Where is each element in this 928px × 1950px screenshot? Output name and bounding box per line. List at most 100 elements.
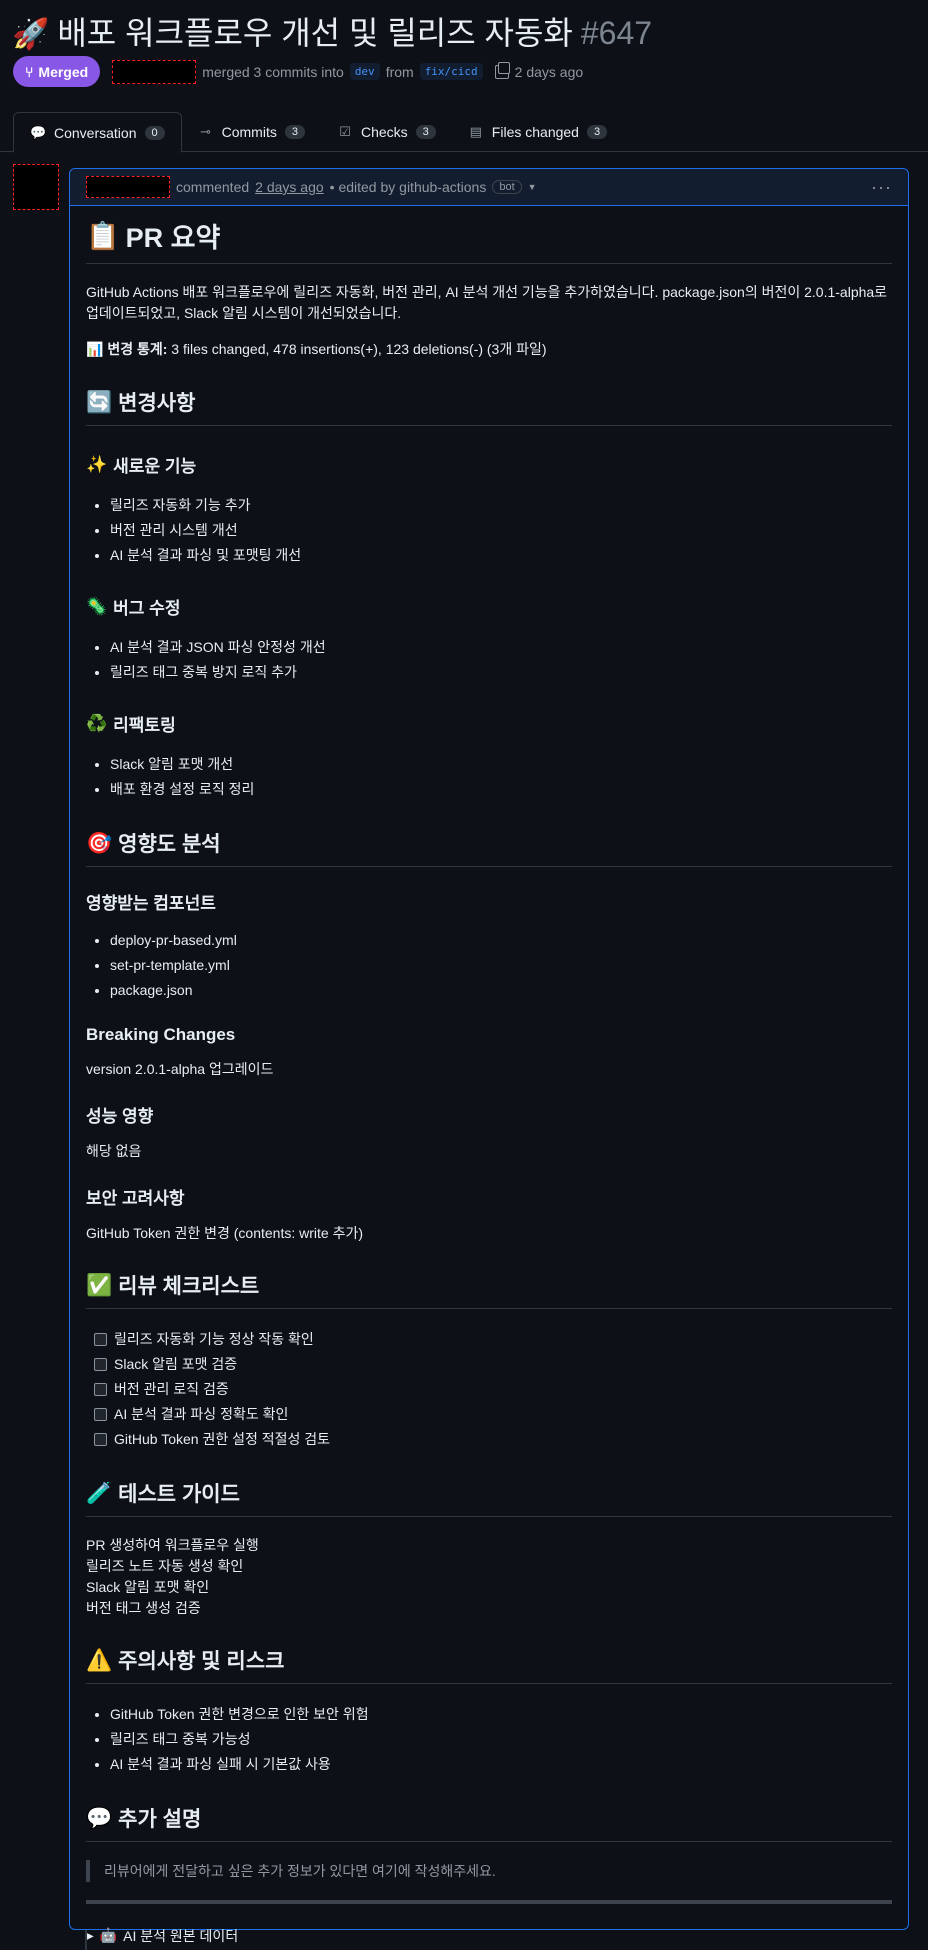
sparkles-icon: ✨ — [86, 454, 108, 475]
pr-meta: ⑂ Merged merged 3 commits into dev from … — [13, 56, 583, 87]
robot-icon: 🤖 — [99, 1928, 118, 1944]
checklist-item-label: GitHub Token 권한 설정 적절성 검토 — [114, 1431, 331, 1447]
file-diff-icon: ▤ — [469, 124, 482, 139]
stats-label: 변경 통계: — [107, 341, 168, 357]
risk-heading-text: 주의사항 및 리스크 — [118, 1650, 285, 1673]
list-item: 버전 관리 시스템 개선 — [110, 518, 892, 543]
copy-icon[interactable] — [494, 61, 510, 79]
list-item: 릴리즈 태그 중복 방지 로직 추가 — [110, 660, 892, 685]
pr-title: 배포 워크플로우 개선 및 릴리즈 자동화 — [57, 15, 573, 51]
merge-icon: ⑂ — [25, 63, 34, 80]
checkbox[interactable] — [94, 1408, 107, 1421]
ai-raw-data-details[interactable]: ▶ 🤖 AI 분석 원본 데이터 — [86, 1926, 892, 1946]
checklist-item-label: 릴리즈 자동화 기능 정상 작동 확인 — [114, 1331, 314, 1347]
checklist-item: GitHub Token 권한 설정 적절성 검토 — [94, 1427, 892, 1452]
tab-files-changed[interactable]: ▤ Files changed 3 — [452, 112, 623, 152]
security-text: GitHub Token 권한 변경 (contents: write 추가) — [86, 1225, 363, 1241]
checklist-item-label: 버전 관리 로직 검증 — [114, 1381, 229, 1397]
redacted-username[interactable] — [86, 176, 170, 198]
list-item: AI 분석 결과 파싱 및 포맷팅 개선 — [110, 543, 892, 568]
checklist-heading: ✅ 리뷰 체크리스트 — [86, 1270, 892, 1309]
head-branch[interactable]: fix/cicd — [419, 63, 483, 80]
stats-line: 📊 변경 통계: 3 files changed, 478 insertions… — [86, 339, 892, 361]
test-line: 릴리즈 노트 자동 생성 확인 — [86, 1558, 244, 1574]
check-mark-icon: ✅ — [86, 1272, 113, 1297]
comment-body: 📋 PR 요약 GitHub Actions 배포 워크플로우에 릴리즈 자동화… — [70, 206, 908, 1950]
merge-meta-text: merged 3 commits into — [202, 63, 344, 80]
comment-time-link[interactable]: 2 days ago — [255, 179, 324, 195]
timeline-connector — [85, 1930, 87, 1950]
base-branch[interactable]: dev — [349, 63, 380, 80]
tab-conversation[interactable]: 💬 Conversation 0 — [13, 112, 182, 153]
checklist-icon: ☑ — [339, 124, 351, 139]
bugfix-heading: 🦠 버그 수정 — [86, 594, 892, 619]
refresh-icon: 🔄 — [86, 389, 113, 414]
merge-time: 2 days ago — [514, 63, 584, 80]
impact-heading-text: 영향도 분석 — [118, 833, 221, 856]
security-heading: 보안 고려사항 — [86, 1189, 185, 1208]
bugfix-heading-text: 버그 수정 — [113, 599, 181, 618]
kebab-menu-icon[interactable]: ··· — [871, 177, 892, 198]
checklist-item-label: Slack 알림 포맷 검증 — [114, 1356, 238, 1372]
commit-icon: ⊸ — [200, 124, 212, 139]
checklist-item: Slack 알림 포맷 검증 — [94, 1352, 892, 1377]
list-item: 릴리즈 태그 중복 가능성 — [110, 1727, 892, 1752]
tab-commits[interactable]: ⊸ Commits 3 — [182, 112, 321, 152]
speech-bubble-icon: 💬 — [86, 1805, 113, 1830]
tab-label: Conversation — [54, 124, 137, 141]
tab-count: 0 — [144, 125, 165, 140]
tab-checks[interactable]: ☑ Checks 3 — [321, 112, 452, 152]
list-item: AI 분석 결과 JSON 파싱 안정성 개선 — [110, 635, 892, 660]
test-guide: PR 생성하여 워크플로우 실행 릴리즈 노트 자동 생성 확인 Slack 알… — [86, 1535, 892, 1619]
merged-label: Merged — [38, 63, 89, 80]
edited-by-text[interactable]: • edited by github-actions — [330, 179, 487, 195]
impact-heading: 🎯 영향도 분석 — [86, 828, 892, 867]
extra-quote: 리뷰어에게 전달하고 싶은 추가 정보가 있다면 여기에 작성해주세요. — [86, 1860, 892, 1882]
checkbox[interactable] — [94, 1433, 107, 1446]
checklist-item: AI 분석 결과 파싱 정확도 확인 — [94, 1402, 892, 1427]
review-checklist: 릴리즈 자동화 기능 정상 작동 확인 Slack 알림 포맷 검증 버전 관리… — [86, 1327, 892, 1452]
components-list: deploy-pr-based.yml set-pr-template.yml … — [86, 928, 892, 1003]
tab-count: 3 — [415, 125, 436, 139]
bar-chart-icon: 📊 — [86, 342, 104, 358]
perf-text: 해당 없음 — [86, 1143, 142, 1159]
pr-number: #647 — [580, 15, 653, 51]
pr-tabs: 💬 Conversation 0 ⊸ Commits 3 ☑ Checks 3 … — [0, 112, 928, 153]
features-heading: ✨ 새로운 기능 — [86, 452, 892, 477]
list-item: deploy-pr-based.yml — [110, 928, 892, 953]
list-item: 릴리즈 자동화 기능 추가 — [110, 493, 892, 518]
refactor-heading: ♻️ 리팩토링 — [86, 711, 892, 736]
avatar[interactable] — [13, 164, 59, 210]
checklist-item-label: AI 분석 결과 파싱 정확도 확인 — [114, 1406, 289, 1422]
features-list: 릴리즈 자동화 기능 추가 버전 관리 시스템 개선 AI 분석 결과 파싱 및… — [86, 493, 892, 568]
comment-header: commented 2 days ago • edited by github-… — [70, 169, 908, 206]
test-line: PR 생성하여 워크플로우 실행 — [86, 1537, 259, 1553]
list-item: Slack 알림 포맷 개선 — [110, 752, 892, 777]
summary-heading-text: PR 요약 — [125, 223, 221, 253]
extra-heading-text: 추가 설명 — [118, 1808, 202, 1831]
test-tube-icon: 🧪 — [86, 1480, 113, 1505]
refactor-list: Slack 알림 포맷 개선 배포 환경 설정 로직 정리 — [86, 752, 892, 802]
risk-list: GitHub Token 권한 변경으로 인한 보안 위험 릴리즈 태그 중복 … — [86, 1702, 892, 1777]
features-heading-text: 새로운 기능 — [113, 457, 197, 476]
recycle-icon: ♻️ — [86, 713, 108, 734]
target-icon: 🎯 — [86, 830, 113, 855]
risk-heading: ⚠️ 주의사항 및 리스크 — [86, 1645, 892, 1684]
refactor-heading-text: 리팩토링 — [113, 716, 176, 735]
checkbox[interactable] — [94, 1333, 107, 1346]
tab-label: Checks — [360, 124, 408, 140]
merged-status-badge: ⑂ Merged — [13, 56, 101, 87]
redacted-username[interactable] — [112, 59, 197, 84]
checkbox[interactable] — [94, 1358, 107, 1371]
tab-label: Commits — [221, 124, 277, 140]
perf-heading: 성능 영향 — [86, 1107, 154, 1126]
checkbox[interactable] — [94, 1383, 107, 1396]
list-item: set-pr-template.yml — [110, 953, 892, 978]
test-heading: 🧪 테스트 가이드 — [86, 1478, 892, 1517]
list-item: AI 분석 결과 파싱 실패 시 기본값 사용 — [110, 1752, 892, 1777]
list-item: package.json — [110, 978, 892, 1003]
checklist-item: 릴리즈 자동화 기능 정상 작동 확인 — [94, 1327, 892, 1352]
components-heading: 영향받는 컴포넌트 — [86, 894, 216, 913]
breaking-text: version 2.0.1-alpha 업그레이드 — [86, 1061, 274, 1077]
chevron-down-icon[interactable]: ▼ — [528, 182, 537, 192]
